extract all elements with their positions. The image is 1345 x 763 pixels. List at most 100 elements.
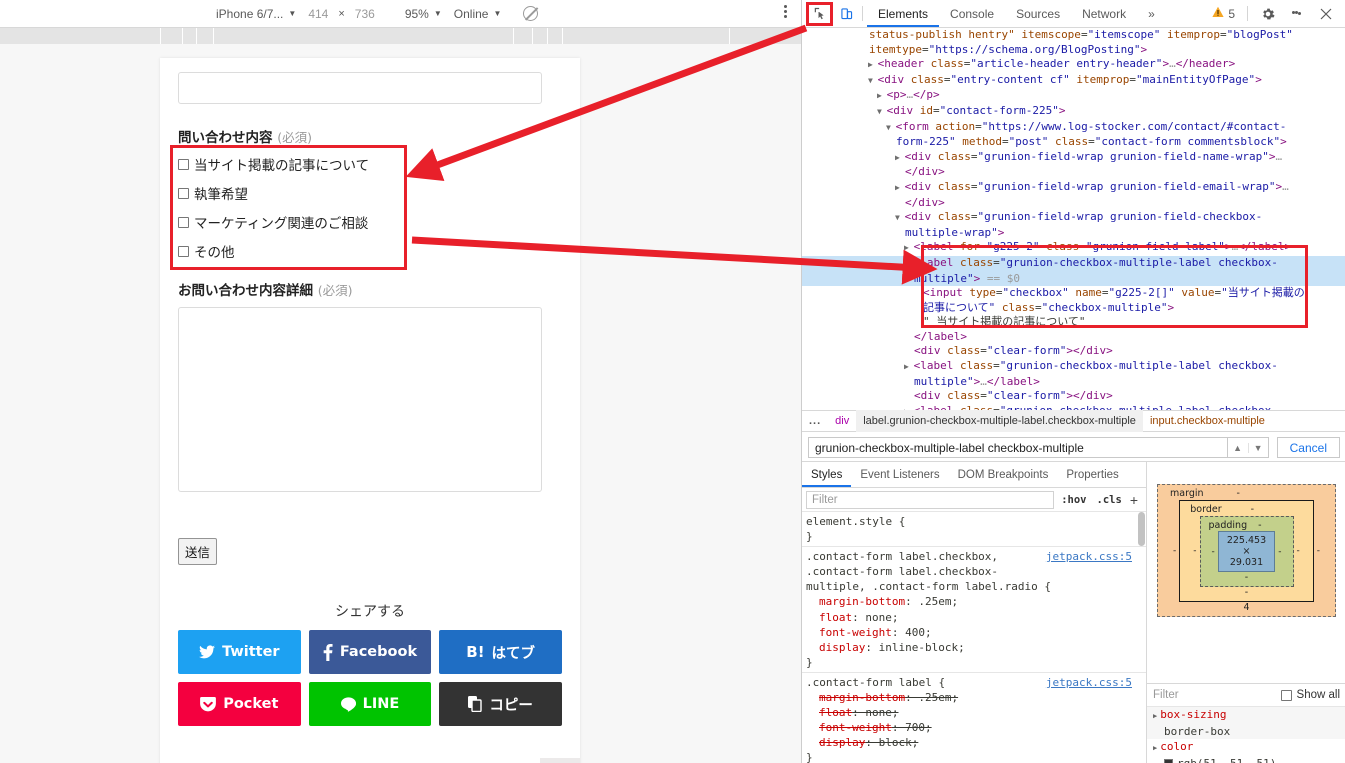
box-model-border[interactable]: border - - padding - - 225.453 × 29.031 … [1179, 500, 1314, 602]
search-next-button[interactable]: ▼ [1247, 442, 1268, 453]
css-declaration[interactable]: float: none; [806, 705, 1146, 720]
checkbox-option-row[interactable]: その他 [178, 241, 562, 261]
css-declaration[interactable]: display: inline-block; [806, 640, 1146, 655]
email-field[interactable] [178, 72, 542, 104]
css-declaration[interactable]: float: none; [806, 610, 1146, 625]
triangle-right-icon[interactable]: ▶ [904, 362, 914, 371]
css-rule[interactable]: jetpack.css:5 .contact-form label.checkbo… [802, 547, 1146, 673]
submit-button[interactable]: 送信 [178, 538, 218, 565]
share-button-copy[interactable]: コピー [439, 682, 562, 726]
tab-elements[interactable]: Elements [867, 0, 940, 27]
settings-button[interactable] [1254, 7, 1281, 21]
share-button-facebook[interactable]: Facebook [308, 630, 432, 674]
close-devtools-button[interactable] [1312, 8, 1339, 20]
checkbox-input[interactable] [178, 187, 189, 199]
triangle-down-icon[interactable]: ▼ [877, 107, 887, 116]
triangle-down-icon[interactable]: ▼ [904, 259, 914, 268]
triangle-right-icon[interactable]: ▶ [877, 91, 887, 100]
checkbox-input[interactable] [178, 245, 189, 257]
tab-styles[interactable]: Styles [802, 462, 852, 487]
viewport-width-input[interactable]: 414 [302, 4, 334, 24]
computed-properties-list[interactable]: ▶box-sizing border-box ▶color rgb(51, 51… [1147, 707, 1345, 763]
network-throttle-selector[interactable]: Online ▼ [448, 4, 508, 24]
device-toolbar-more-button[interactable] [784, 5, 787, 20]
dom-node[interactable]: multiple">…</label> [802, 375, 1345, 390]
dom-node[interactable]: itemtype="https://schema.org/BlogPosting… [802, 43, 1345, 58]
dom-node[interactable]: " 当サイト掲載の記事について" [802, 315, 1345, 330]
chevron-right-icon[interactable]: ▶ [1153, 712, 1157, 720]
dom-node[interactable]: </label> [802, 330, 1345, 345]
page-viewport[interactable]: 問い合わせ内容 (必須) 当サイト掲載の記事について 執筆希望 マーケティング関… [0, 44, 801, 763]
checkbox-input[interactable] [178, 158, 189, 170]
css-rules-list[interactable]: element.style {} jetpack.css:5 .contact-fo… [802, 512, 1146, 763]
triangle-right-icon[interactable]: ▶ [895, 183, 905, 192]
devtools-more-button[interactable] [1283, 11, 1310, 16]
breadcrumb-item[interactable]: ... [802, 410, 828, 432]
detail-textarea[interactable] [178, 307, 542, 492]
search-prev-button[interactable]: ▲ [1228, 443, 1248, 453]
breadcrumb-item[interactable]: label.grunion-checkbox-multiple-label.ch… [856, 410, 1143, 432]
css-source-link[interactable]: jetpack.css:5 [1046, 549, 1132, 564]
share-button-hatena[interactable]: B! はてブ [439, 630, 562, 674]
checkbox-option-row[interactable]: 当サイト掲載の記事について [178, 154, 562, 174]
viewport-height-input[interactable]: 736 [349, 4, 381, 24]
css-rule[interactable]: jetpack.css:5 .contact-form label {margin… [802, 673, 1146, 763]
chevron-right-icon[interactable]: ▶ [1153, 744, 1157, 752]
scroll-to-top-button[interactable]: » [540, 758, 580, 763]
dom-node-selected[interactable]: multiple"> == $0 [802, 271, 1345, 287]
dom-node[interactable]: form-225" method="post" class="contact-f… [802, 135, 1345, 150]
checkbox-option-row[interactable]: 執筆希望 [178, 183, 562, 203]
dom-node[interactable]: ▶ <label class="grunion-checkbox-multipl… [802, 359, 1345, 375]
triangle-down-icon[interactable]: ▼ [886, 123, 896, 132]
css-source-link[interactable]: jetpack.css:5 [1046, 675, 1132, 690]
dom-node[interactable]: ▶ <header class="article-header entry-he… [802, 57, 1345, 73]
computed-filter-placeholder[interactable]: Filter [1153, 689, 1179, 701]
breadcrumb[interactable]: ... div label.grunion-checkbox-multiple-la… [802, 410, 1345, 432]
css-declaration[interactable]: font-weight: 700; [806, 720, 1146, 735]
dom-node[interactable]: ▼ <form action="https://www.log-stocker.… [802, 120, 1345, 136]
computed-property-row[interactable]: ▶ box-sizing [1147, 707, 1345, 724]
dom-node[interactable]: <input type="checkbox" name="g225-2[]" v… [802, 286, 1345, 301]
warning-badge[interactable]: 5 [1206, 6, 1241, 21]
dom-node[interactable]: </div> [802, 196, 1345, 211]
show-all-checkbox[interactable] [1280, 689, 1292, 701]
more-tabs-button[interactable]: » [1137, 0, 1166, 27]
triangle-right-icon[interactable]: ▶ [868, 60, 878, 69]
force-state-button[interactable]: :hov [1056, 494, 1091, 506]
triangle-down-icon[interactable]: ▼ [868, 76, 878, 85]
dom-tree[interactable]: status-publish hentry" itemscope="itemsc… [802, 28, 1345, 410]
dom-node[interactable]: multiple-wrap"> [802, 226, 1345, 241]
tab-sources[interactable]: Sources [1005, 0, 1071, 27]
css-declaration[interactable]: display: block; [806, 735, 1146, 750]
tab-dom-breakpoints[interactable]: DOM Breakpoints [949, 462, 1058, 487]
inspect-element-button[interactable] [806, 0, 833, 27]
box-model-margin[interactable]: margin - - border - - padding - - 225.45… [1157, 484, 1336, 617]
css-rule[interactable]: element.style {} [802, 512, 1146, 548]
dom-node[interactable]: status-publish hentry" itemscope="itemsc… [802, 28, 1345, 43]
new-style-rule-button[interactable]: + [1127, 492, 1144, 508]
dom-node[interactable]: ▶ <p>…</p> [802, 88, 1345, 104]
dom-node[interactable]: <div class="clear-form"></div> [802, 389, 1345, 404]
box-model-content-size[interactable]: 225.453 × 29.031 [1217, 531, 1276, 572]
breadcrumb-item[interactable]: input.checkbox-multiple [1143, 410, 1272, 432]
css-declaration[interactable]: font-weight: 400; [806, 625, 1146, 640]
checkbox-input[interactable] [178, 216, 189, 228]
checkbox-option-row[interactable]: マーケティング関連のご相談 [178, 212, 562, 232]
triangle-right-icon[interactable]: ▶ [895, 153, 905, 162]
dom-node-selected[interactable]: ▼ <label class="grunion-checkbox-multipl… [802, 255, 1345, 272]
share-button-pocket[interactable]: Pocket [178, 682, 301, 726]
share-button-twitter[interactable]: Twitter [178, 630, 301, 674]
triangle-down-icon[interactable]: ▼ [895, 213, 905, 222]
dom-node[interactable]: ▶ <div class="grunion-field-wrap grunion… [802, 150, 1345, 166]
css-declaration[interactable]: margin-bottom: .25em; [806, 690, 1146, 705]
dom-search-input[interactable]: grunion-checkbox-multiple-label checkbox… [808, 437, 1228, 458]
search-cancel-button[interactable]: Cancel [1276, 437, 1340, 458]
dom-node[interactable]: ▶ <div class="grunion-field-wrap grunion… [802, 180, 1345, 196]
dom-node[interactable]: ▶ <label for="g225-2" class="grunion-fie… [802, 240, 1345, 256]
dom-node[interactable]: <div class="clear-form"></div> [802, 344, 1345, 359]
tab-console[interactable]: Console [939, 0, 1005, 27]
dom-node[interactable]: ▼ <div class="entry-content cf" itemprop… [802, 73, 1345, 89]
show-all-toggle[interactable]: Show all [1280, 689, 1340, 701]
tab-event-listeners[interactable]: Event Listeners [851, 462, 948, 487]
tab-network[interactable]: Network [1071, 0, 1137, 27]
